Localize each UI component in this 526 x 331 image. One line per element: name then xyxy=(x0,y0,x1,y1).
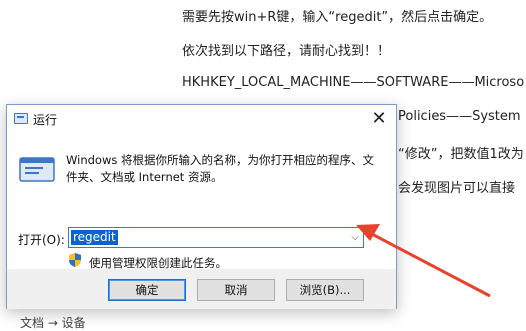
article-line-result: 会发现图片可以直接 xyxy=(398,181,516,196)
run-command-input[interactable]: regedit ⌵ xyxy=(68,227,364,248)
article-footer: 文档 → 设备 xyxy=(20,316,86,330)
dialog-description: Windows 将根据你所输入的名称，为你打开相应的程序、文件夹、文档或 Int… xyxy=(66,153,374,184)
article-line-modify: “修改”，把数值1改为 xyxy=(398,147,524,162)
annotation-arrow xyxy=(356,224,491,298)
close-button[interactable]: ✕ xyxy=(362,105,396,133)
open-label: 打开(O): xyxy=(18,233,65,247)
run-app-icon xyxy=(14,113,28,124)
ok-button[interactable]: 确定 xyxy=(108,279,186,301)
uac-shield-icon xyxy=(69,253,81,267)
dialog-body: Windows 将根据你所输入的名称，为你打开相应的程序、文件夹、文档或 Int… xyxy=(7,133,396,309)
dialog-title: 运行 xyxy=(33,113,58,127)
article-line-policies: Policies——System xyxy=(398,109,521,124)
title-bar[interactable]: 运行 ✕ xyxy=(7,105,396,133)
article-line-path-intro: 依次找到以下路径，请耐心找到！！ xyxy=(182,44,391,59)
article-line-registry-path: HKHKEY_LOCAL_MACHINE——SOFTWARE——Microso xyxy=(182,75,525,90)
run-command-value[interactable]: regedit xyxy=(71,230,118,245)
article-line-instruction: 需要先按win+R键，输入“regedit”，然后点击确定。 xyxy=(182,10,493,25)
button-bar: 确定 取消 浏览(B)... xyxy=(7,269,396,309)
cancel-button[interactable]: 取消 xyxy=(197,279,275,301)
run-dialog: 运行 ✕ Windows 将根据你所输入的名称，为你打开相应的程序、文件夹、文档… xyxy=(6,104,397,309)
run-icon xyxy=(19,157,55,182)
